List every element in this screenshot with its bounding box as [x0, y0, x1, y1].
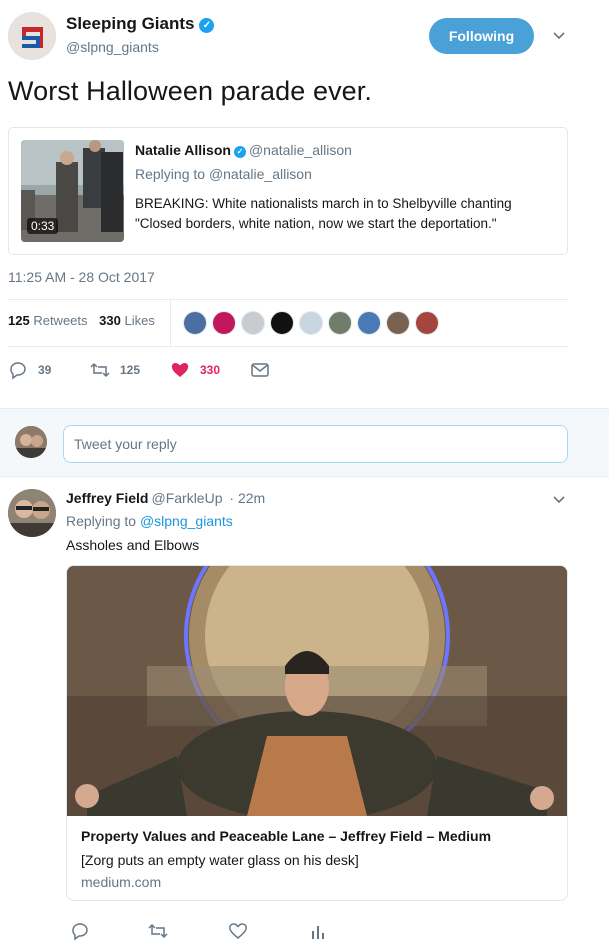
reply-composer — [0, 408, 609, 477]
quoted-tweet[interactable]: 0:33 Natalie Allison ✓ @natalie_allison Re… — [8, 127, 568, 255]
reply-tweet-text: Assholes and Elbows — [66, 537, 200, 553]
reply-icon — [72, 923, 88, 941]
like-count: 330 — [200, 363, 221, 377]
chevron-down-icon[interactable] — [552, 492, 566, 506]
liker-avatar[interactable] — [386, 311, 410, 335]
tweet-timestamp[interactable]: 11:25 AM - 28 Oct 2017 — [8, 269, 155, 285]
sleeping-giants-avatar[interactable] — [8, 12, 56, 60]
divider — [8, 299, 568, 300]
retweet-count: 125 — [120, 363, 141, 377]
likes-label: Likes — [124, 313, 155, 328]
liker-avatar[interactable] — [270, 311, 294, 335]
heart-outline-icon — [229, 923, 247, 939]
verified-badge-icon: ✓ — [233, 146, 246, 158]
author-handle[interactable]: @slpng_giants — [66, 39, 159, 55]
liker-avatar[interactable] — [357, 311, 381, 335]
quoted-author-name: Natalie Allison — [135, 142, 231, 158]
reply-time[interactable]: · 22m — [229, 490, 265, 506]
like-action[interactable] — [228, 921, 248, 941]
quoted-author-handle: @natalie_allison — [248, 142, 352, 158]
current-user-avatar[interactable] — [15, 426, 47, 458]
verified-badge-icon: ✓ — [199, 18, 215, 33]
author-name[interactable]: Sleeping Giants ✓ — [66, 14, 215, 34]
following-button[interactable]: Following — [429, 18, 534, 54]
likes-stat[interactable]: 330 Likes — [99, 313, 155, 328]
reply-replying-to: Replying to @slpng_giants — [66, 513, 233, 529]
tweet-stats: 125 Retweets 330 Likes — [8, 313, 155, 328]
link-card-description: [Zorg puts an empty water glass on his d… — [81, 852, 359, 868]
liker-avatar[interactable] — [299, 311, 323, 335]
reply-author-handle[interactable]: @FarkleUp — [151, 490, 222, 506]
reply-tweet-header: Jeffrey Field @FarkleUp · 22m — [66, 490, 265, 506]
analytics-action[interactable] — [308, 921, 328, 941]
quoted-tweet-text: BREAKING: White nationalists march in to… — [135, 196, 512, 231]
heart-icon — [171, 363, 189, 377]
link-card[interactable]: Property Values and Peaceable Lane – Jef… — [66, 565, 568, 901]
quoted-replying-to: Replying to @natalie_allison — [135, 166, 312, 182]
retweets-label: Retweets — [33, 313, 88, 328]
reply-author-name[interactable]: Jeffrey Field — [66, 490, 148, 506]
liker-avatar[interactable] — [183, 311, 207, 335]
reply-tweet-actions — [66, 921, 366, 941]
main-tweet: Sleeping Giants ✓ @slpng_giants Following… — [0, 0, 609, 408]
replying-prefix: Replying to — [135, 166, 209, 182]
reply-tweet: Jeffrey Field @FarkleUp · 22m Replying to… — [0, 477, 609, 941]
retweet-action[interactable] — [148, 921, 168, 941]
liker-avatar[interactable] — [212, 311, 236, 335]
liker-avatar[interactable] — [328, 311, 352, 335]
replying-handle-link[interactable]: @slpng_giants — [140, 513, 233, 529]
link-card-image — [67, 566, 567, 816]
replying-handle: @natalie_allison — [208, 166, 312, 182]
link-card-domain: medium.com — [81, 874, 162, 890]
retweets-count: 125 — [8, 313, 30, 328]
reply-action[interactable] — [70, 921, 90, 941]
tweet-text: Worst Halloween parade ever. — [8, 76, 372, 106]
retweet-icon — [90, 362, 110, 378]
liker-avatar[interactable] — [415, 311, 439, 335]
direct-message-action[interactable] — [250, 360, 270, 380]
retweets-stat[interactable]: 125 Retweets — [8, 313, 88, 328]
tweet-reply-input[interactable] — [63, 425, 568, 463]
replying-prefix: Replying to — [66, 513, 140, 529]
jeffrey-field-avatar[interactable] — [8, 489, 56, 537]
reply-count: 39 — [38, 363, 52, 377]
divider — [8, 346, 568, 347]
author-name-text[interactable]: Sleeping Giants — [66, 14, 194, 33]
link-card-title: Property Values and Peaceable Lane – Jef… — [81, 828, 492, 844]
stats-separator — [170, 300, 171, 346]
quoted-video-thumbnail[interactable]: 0:33 — [21, 140, 124, 242]
envelope-icon — [251, 363, 269, 377]
tweet-actions: 39 125 330 — [8, 360, 308, 380]
retweet-icon — [148, 923, 168, 939]
reply-icon — [10, 362, 26, 380]
quoted-author: Natalie Allison ✓ @natalie_allison — [135, 142, 352, 158]
video-duration: 0:33 — [27, 218, 59, 234]
liker-avatar[interactable] — [241, 311, 265, 335]
analytics-icon — [312, 926, 324, 939]
chevron-down-icon[interactable] — [552, 28, 566, 42]
likes-count: 330 — [99, 313, 121, 328]
